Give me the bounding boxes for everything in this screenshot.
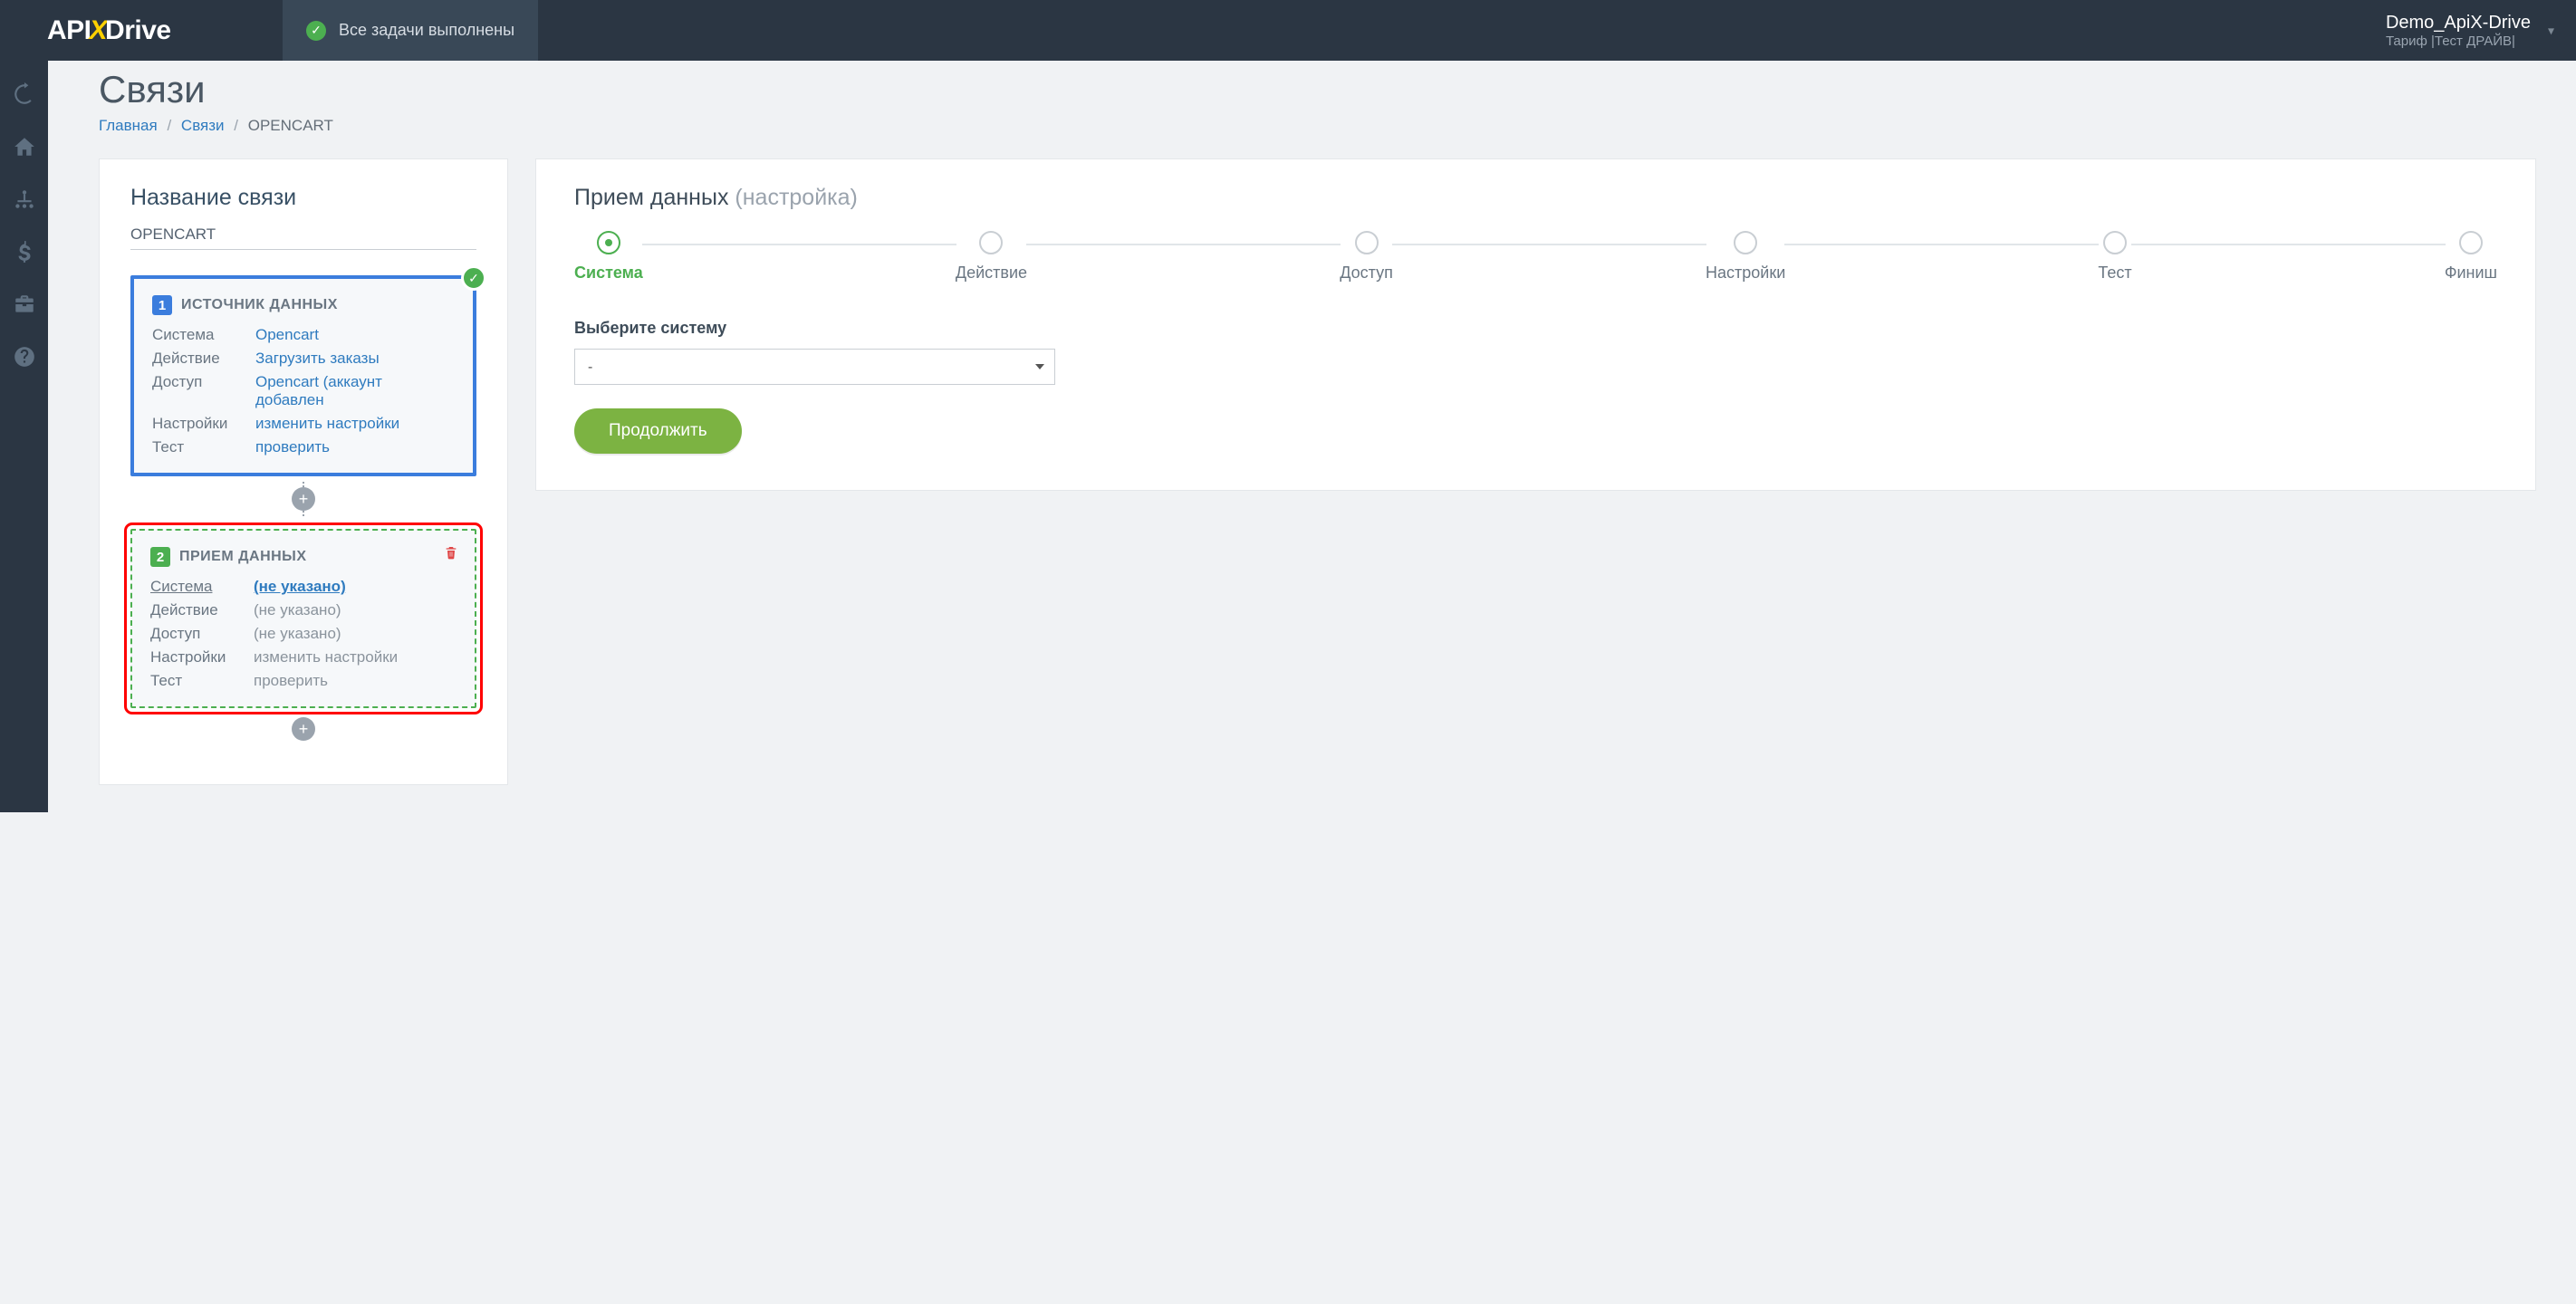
step-rail <box>2131 244 2446 245</box>
step-caption: Финиш <box>2445 264 2497 283</box>
row-label: Тест <box>152 438 250 456</box>
step-access[interactable]: Доступ <box>1340 231 1393 283</box>
source-settings-link[interactable]: изменить настройки <box>255 415 399 432</box>
step-dot <box>2459 231 2483 254</box>
breadcrumb-connections[interactable]: Связи <box>181 117 225 134</box>
step-rail <box>1026 244 1341 245</box>
dest-action-value: (не указано) <box>254 601 457 619</box>
logo-api: API <box>47 15 91 46</box>
check-icon: ✓ <box>461 265 486 291</box>
check-icon: ✓ <box>306 21 326 41</box>
sidenav-login-icon[interactable] <box>0 70 48 119</box>
step-dot <box>2103 231 2127 254</box>
step-dot <box>597 231 620 254</box>
dest-block[interactable]: 2 ПРИЕМ ДАННЫХ Система (не указано) Дейс… <box>130 529 476 708</box>
sidenav-connections-icon[interactable] <box>0 175 48 224</box>
source-block[interactable]: ✓ 1 ИСТОЧНИК ДАННЫХ Система Opencart Дей… <box>130 275 476 476</box>
dest-number: 2 <box>150 547 170 567</box>
sidenav-billing-icon[interactable] <box>0 227 48 276</box>
step-dot <box>979 231 1003 254</box>
tasks-status-text: Все задачи выполнены <box>339 21 514 40</box>
system-select[interactable]: - <box>574 349 1055 385</box>
row-label: Настройки <box>152 415 250 433</box>
right-panel: Прием данных (настройка) Система Действи… <box>535 158 2536 491</box>
step-test[interactable]: Тест <box>2098 231 2131 283</box>
right-panel-heading: Прием данных (настройка) <box>574 185 2497 211</box>
page-title: Связи <box>99 68 2536 111</box>
sidenav-briefcase-icon[interactable] <box>0 280 48 329</box>
main: Связи Главная / Связи / OPENCART Названи… <box>48 61 2576 812</box>
row-label: Система <box>150 578 248 596</box>
select-wrap: - <box>574 349 1055 385</box>
connector-line <box>303 511 304 516</box>
tasks-status: ✓ Все задачи выполнены <box>283 0 538 61</box>
step-dot <box>1355 231 1379 254</box>
account-tariff: Тариф |Тест ДРАЙВ| <box>2386 34 2531 49</box>
trash-icon[interactable] <box>444 545 458 564</box>
sidenav-help-icon[interactable] <box>0 332 48 381</box>
caret-down-icon: ▾ <box>2548 23 2554 38</box>
row-label: Действие <box>150 601 248 619</box>
row-label: Тест <box>150 672 248 690</box>
step-caption: Настройки <box>1706 264 1785 283</box>
dest-title: ПРИЕМ ДАННЫХ <box>179 549 307 565</box>
select-system-label: Выберите систему <box>574 319 2497 338</box>
step-rail <box>1392 244 1706 245</box>
row-label: Доступ <box>150 625 248 643</box>
row-label: Доступ <box>152 373 250 409</box>
sidenav-home-icon[interactable] <box>0 122 48 171</box>
logo[interactable]: API X Drive <box>0 0 283 61</box>
connector: + <box>130 482 476 516</box>
breadcrumb-current: OPENCART <box>248 117 333 134</box>
stepper: Система Действие Доступ На <box>574 231 2497 283</box>
topbar: API X Drive ✓ Все задачи выполнены Demo_… <box>0 0 2576 61</box>
row-label: Система <box>152 326 250 344</box>
connector: + <box>130 714 476 741</box>
source-title: ИСТОЧНИК ДАННЫХ <box>181 297 338 313</box>
left-panel: Название связи OPENCART ✓ 1 ИСТОЧНИК ДАН… <box>99 158 508 785</box>
row-label: Действие <box>152 350 250 368</box>
dest-settings-link[interactable]: изменить настройки <box>254 648 457 666</box>
step-rail <box>1784 244 2099 245</box>
dest-test-link[interactable]: проверить <box>254 672 457 690</box>
add-step-button[interactable]: + <box>292 487 315 511</box>
left-panel-heading: Название связи <box>130 185 476 211</box>
step-finish[interactable]: Финиш <box>2445 231 2497 283</box>
right-heading-main: Прием данных <box>574 185 728 210</box>
breadcrumb-sep: / <box>234 117 238 134</box>
right-heading-sub: (настройка) <box>735 185 857 210</box>
connection-name[interactable]: OPENCART <box>130 225 476 250</box>
source-test-link[interactable]: проверить <box>255 438 330 455</box>
source-action-link[interactable]: Загрузить заказы <box>255 350 380 367</box>
account-menu[interactable]: Demo_ApiX-Drive Тариф |Тест ДРАЙВ| ▾ <box>2362 0 2576 61</box>
step-settings[interactable]: Настройки <box>1706 231 1785 283</box>
continue-button[interactable]: Продолжить <box>574 408 742 454</box>
dest-system-link[interactable]: (не указано) <box>254 578 457 596</box>
step-rail <box>642 244 956 245</box>
step-dot <box>1734 231 1757 254</box>
step-system[interactable]: Система <box>574 231 643 283</box>
sidenav <box>0 61 48 812</box>
step-caption: Тест <box>2098 264 2131 283</box>
breadcrumb: Главная / Связи / OPENCART <box>99 117 2536 135</box>
logo-drive: Drive <box>105 15 171 46</box>
breadcrumb-home[interactable]: Главная <box>99 117 158 134</box>
source-number: 1 <box>152 295 172 315</box>
account-name: Demo_ApiX-Drive <box>2386 13 2531 34</box>
step-caption: Система <box>574 264 643 283</box>
source-access-link[interactable]: Opencart (аккаунт добавлен <box>255 373 382 408</box>
breadcrumb-sep: / <box>167 117 171 134</box>
step-action[interactable]: Действие <box>956 231 1027 283</box>
source-system-link[interactable]: Opencart <box>255 326 319 343</box>
step-caption: Доступ <box>1340 264 1393 283</box>
dest-access-value: (не указано) <box>254 625 457 643</box>
row-label: Настройки <box>150 648 248 666</box>
add-step-button[interactable]: + <box>292 717 315 741</box>
step-caption: Действие <box>956 264 1027 283</box>
